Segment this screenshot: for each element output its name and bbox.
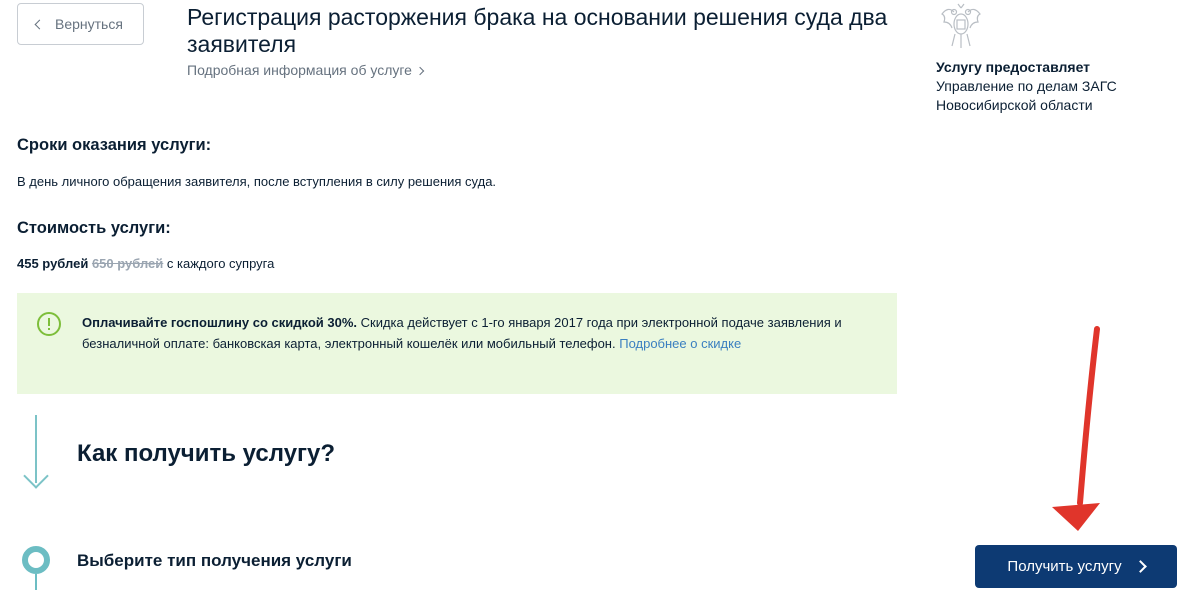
- service-info-link-label: Подробная информация об услуге: [187, 62, 412, 78]
- back-button-label: Вернуться: [55, 16, 123, 32]
- step-line: [35, 574, 37, 590]
- how-to-get-heading: Как получить услугу?: [77, 440, 336, 467]
- coat-of-arms-icon: [941, 3, 981, 48]
- terms-heading: Сроки оказания услуги:: [17, 136, 212, 154]
- step-marker: [22, 546, 50, 574]
- back-button[interactable]: Вернуться: [17, 3, 144, 45]
- exclamation-circle-icon: [37, 312, 61, 336]
- arrow-down-icon: [23, 463, 49, 489]
- page-title: Регистрация расторжения брака на основан…: [187, 4, 888, 57]
- get-service-button[interactable]: Получить услугу: [975, 545, 1177, 588]
- service-info-link[interactable]: Подробная информация об услуге: [187, 62, 425, 78]
- step-label: Выберите тип получения услуги: [77, 551, 352, 570]
- service-provider: Услугу предоставляет Управление по делам…: [936, 58, 1117, 115]
- chevron-right-icon: [1133, 560, 1147, 573]
- price-suffix: с каждого супруга: [166, 256, 275, 271]
- provider-name-line2: Новосибирской области: [936, 97, 1093, 113]
- chevron-left-icon: [34, 19, 45, 29]
- discount-notice: Оплачивайте госпошлину со скидкой 30%. С…: [17, 293, 897, 394]
- provider-name-line1: Управление по делам ЗАГС: [936, 78, 1117, 94]
- cost-heading: Стоимость услуги:: [17, 219, 171, 237]
- old-price: 650 рублей: [91, 256, 164, 271]
- annotation-arrow: [1052, 326, 1100, 531]
- get-service-label: Получить услугу: [1007, 558, 1122, 575]
- discount-more-link[interactable]: Подробнее о скидке: [619, 336, 741, 351]
- cost-line: 455 рублей 650 рублей с каждого супруга: [17, 256, 274, 271]
- provider-heading: Услугу предоставляет: [936, 59, 1091, 75]
- price: 455 рублей: [17, 256, 89, 271]
- discount-text: Оплачивайте госпошлину со скидкой 30%. С…: [82, 312, 852, 354]
- terms-text: В день личного обращения заявителя, посл…: [17, 174, 497, 189]
- chevron-right-icon: [415, 66, 425, 75]
- discount-strong: Оплачивайте госпошлину со скидкой 30%.: [82, 315, 358, 330]
